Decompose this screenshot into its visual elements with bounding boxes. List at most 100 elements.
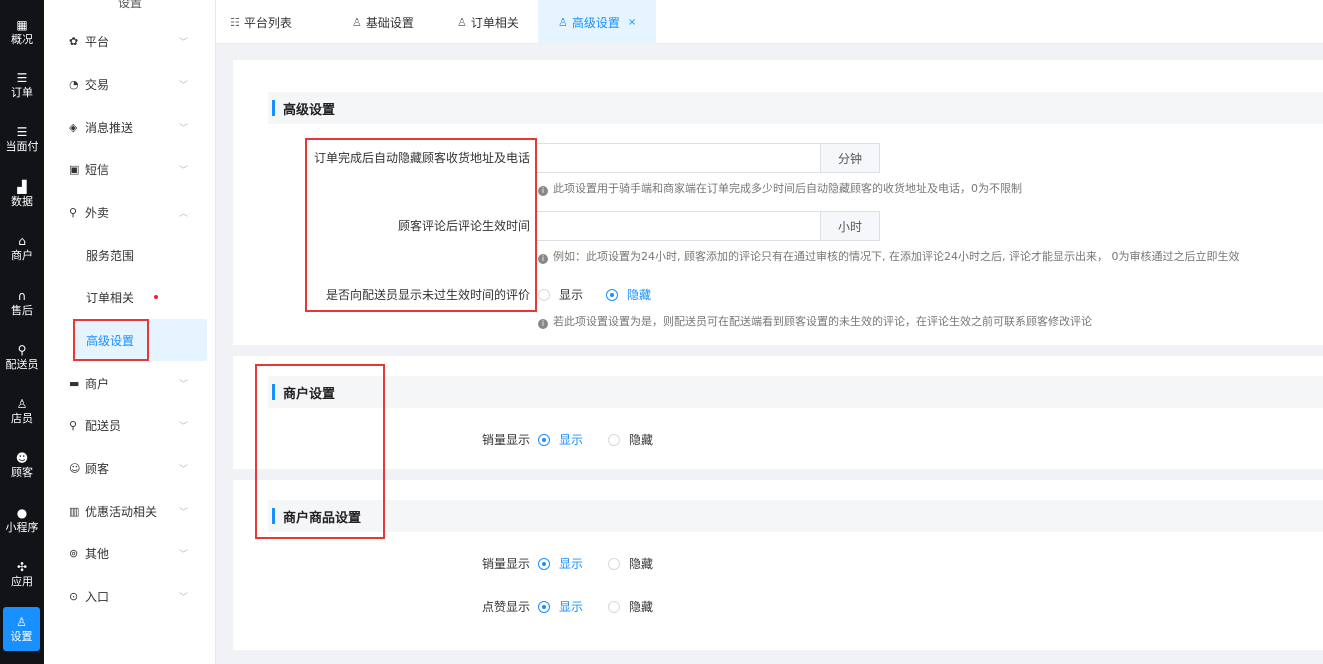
hint-text: 此项设置用于骑手端和商家端在订单完成多少时间后自动隐藏顾客的收货地址及电话，0为… [553,182,1022,195]
tab-label: 基础设置 [365,15,414,30]
gift-icon: ▥ [69,504,80,518]
hours-unit: 小时 [820,211,880,241]
tab-basic-settings[interactable]: ♙ 基础设置 [352,0,414,44]
menu-item-takeout[interactable]: ⚲ 外卖 ︿ [44,191,216,233]
tab-order-related[interactable]: ♙ 订单相关 [457,0,519,44]
menu-label: 顾客 [85,461,110,476]
gear-icon: ✿ [69,34,79,48]
chevron-down-icon: ﹀ [178,165,188,176]
menu-label: 订单相关 [86,290,135,305]
merchant-sales-label: 销量显示 [481,433,530,447]
minutes-unit: 分钟 [820,143,880,173]
headset-icon: ∩ [17,289,27,303]
user-gear-icon: ♙ [352,15,362,29]
menu-item-promotions[interactable]: ▥ 优惠活动相关 ﹀ [44,490,216,532]
nav-item-merchant[interactable]: ⌂ 商户 [0,223,44,273]
radio-circle [606,288,618,301]
goods-sales-radio-show[interactable]: 显示 [538,555,583,572]
entry-icon: ⊙ [69,589,79,603]
nav-label: 概况 [11,33,33,46]
nav-item-settings[interactable]: ♙ 设置 [3,607,40,651]
menu-item-courier[interactable]: ⚲ 配送员 ﹀ [44,404,216,446]
menu-item-entry[interactable]: ⊙ 入口 ﹀ [44,575,216,617]
show-pending-radio-hide[interactable]: 隐藏 [606,286,651,303]
nav-label: 数据 [11,195,33,208]
close-icon[interactable]: × [628,17,636,28]
nav-item-after-sale[interactable]: ∩ 售后 [0,278,44,328]
highlight-box-labels [305,138,537,312]
show-pending-radio-show[interactable]: 显示 [538,286,583,303]
show-pending-hint: i 若此项设置设置为是，则配送员可在配送端看到顾客设置的未生效的评论，在评论生效之… [538,313,1092,329]
nav-item-overview[interactable]: ▦ 概况 [0,7,44,57]
menu-label: 平台 [85,34,110,49]
radio-label: 显示 [559,288,584,302]
merchant-sales-radio-hide[interactable]: 隐藏 [608,431,653,448]
other-icon: ⊚ [69,546,79,560]
wechat-icon: ● [16,506,28,520]
menu-label: 短信 [85,162,110,177]
menu-sub-service-range[interactable]: 服务范围 [44,234,216,276]
chevron-down-icon: ﹀ [178,80,188,91]
tab-label: 高级设置 [571,15,620,30]
radio-label: 显示 [559,600,584,614]
nav-item-courier[interactable]: ⚲ 配送员 [0,332,44,382]
radio-label: 隐藏 [627,288,652,302]
chevron-down-icon: ﹀ [178,464,188,475]
menu-item-sms[interactable]: ▣ 短信 ﹀ [44,148,216,190]
goods-likes-label: 点赞显示 [481,600,530,614]
menu-label: 交易 [85,77,110,92]
user-gear-icon: ♙ [558,15,568,29]
menu-label: 配送员 [85,418,122,433]
menu-item-other[interactable]: ⊚ 其他 ﹀ [44,532,216,574]
nav-item-customer[interactable]: ☻ 顾客 [0,440,44,490]
tab-platform-list[interactable]: ☷ 平台列表 [230,0,292,44]
radio-circle [538,557,550,570]
customer-icon: ☺ [69,461,81,475]
nav-label: 订单 [11,86,33,99]
goods-likes-radio-show[interactable]: 显示 [538,598,583,615]
menu-item-merchant[interactable]: ▬ 商户 ﹀ [44,362,216,404]
nav-item-apps[interactable]: ✣ 应用 [0,549,44,599]
chevron-up-icon: ︿ [178,208,188,219]
menu-item-customer[interactable]: ☺ 顾客 ﹀ [44,447,216,489]
nav-item-clerk[interactable]: ♙ 店员 [0,386,44,436]
nav-label: 当面付 [5,140,39,153]
menu-sub-order-related[interactable]: 订单相关 [44,276,216,318]
menu-item-message-push[interactable]: ◈ 消息推送 ﹀ [44,106,216,148]
goods-likes-radio-hide[interactable]: 隐藏 [608,598,653,615]
menu-item-trade[interactable]: ◔ 交易 ﹀ [44,63,216,105]
nav-item-data[interactable]: ▟ 数据 [0,169,44,219]
info-icon: i [538,254,548,264]
takeout-icon: ⚲ [69,205,78,219]
radio-circle [608,600,620,613]
hint-text: 若此项设置设置为是，则配送员可在配送端看到顾客设置的未生效的评论，在评论生效之前… [553,315,1092,328]
chevron-down-icon: ﹀ [178,549,188,560]
trade-icon: ◔ [69,77,79,91]
radio-label: 隐藏 [629,433,654,447]
goods-sales-radio-hide[interactable]: 隐藏 [608,555,653,572]
review-effect-hint: i 例如：此项设置为24小时, 顾客添加的评论只有在通过审核的情况下, 在添加评论… [538,248,1239,264]
radio-circle [608,557,620,570]
review-effect-input[interactable] [536,211,821,241]
goods-sales-label: 销量显示 [481,557,530,571]
tab-bar: ☷ 平台列表 ♙ 基础设置 ♙ 订单相关 ♙ 高级设置 × [216,0,1323,44]
radio-circle [538,600,550,613]
grid-icon: ▦ [16,18,28,32]
user-gear-icon: ♙ [457,15,467,29]
submenu-title: 设置 [117,0,142,10]
nav-label: 设置 [10,630,33,643]
merchant-sales-radio-show[interactable]: 显示 [538,431,583,448]
menu-label: 优惠活动相关 [85,504,158,519]
hide-address-input[interactable] [536,143,821,173]
nav-item-mini-program[interactable]: ● 小程序 [0,495,44,545]
menu-item-platform[interactable]: ✿ 平台 ﹀ [44,20,216,62]
section-separator [233,345,1323,356]
chevron-down-icon: ﹀ [178,123,188,134]
tab-advanced-settings[interactable]: ♙ 高级设置 × [538,0,657,44]
nav-item-face-pay[interactable]: ☰ 当面付 [0,114,44,164]
nav-item-orders[interactable]: ☰ 订单 [0,60,44,110]
nav-label: 小程序 [5,521,39,534]
chevron-down-icon: ﹀ [178,37,188,48]
notification-dot [154,295,159,299]
message-icon: ◈ [69,120,78,134]
